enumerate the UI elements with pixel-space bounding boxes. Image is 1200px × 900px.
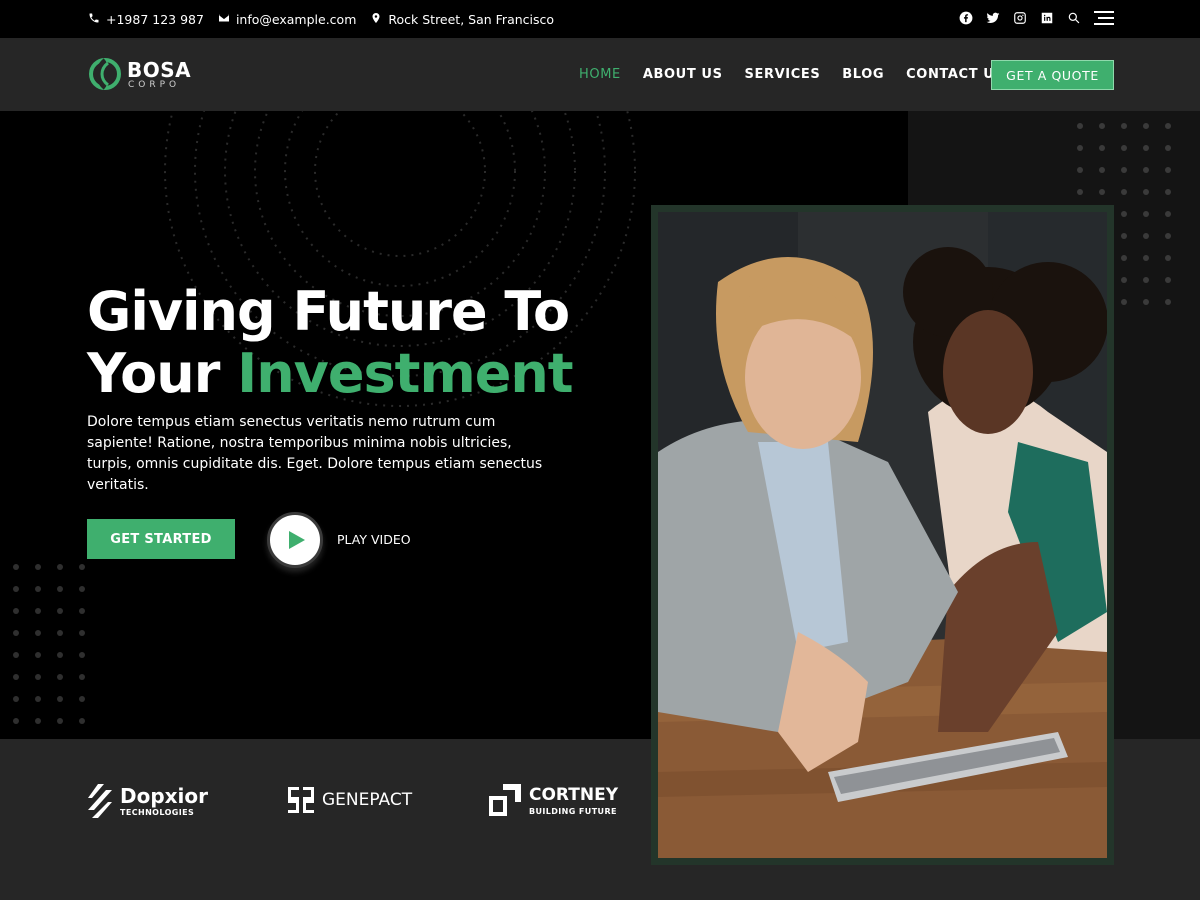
hero-title: Giving Future To Your Investment bbox=[87, 280, 574, 405]
brand-dopxior[interactable]: Dopxior TECHNOLOGIES bbox=[88, 784, 208, 818]
hero-title-line1: Giving Future To bbox=[87, 280, 570, 343]
phone-text: +1987 123 987 bbox=[106, 11, 204, 27]
contact-info: +1987 123 987 info@example.com Rock Stre… bbox=[88, 0, 554, 38]
top-bar: +1987 123 987 info@example.com Rock Stre… bbox=[0, 0, 1200, 38]
dopxior-logo-icon bbox=[88, 784, 112, 818]
brand-cortney-tag: BUILDING FUTURE bbox=[529, 806, 617, 816]
site-header: BOSA CORPO HOME ABOUT US SERVICES BLOG C… bbox=[0, 38, 1200, 111]
instagram-icon[interactable] bbox=[1013, 10, 1027, 29]
twitter-icon[interactable] bbox=[986, 10, 1000, 29]
get-started-button[interactable]: GET STARTED bbox=[87, 519, 235, 559]
main-nav: HOME ABOUT US SERVICES BLOG CONTACT US bbox=[579, 38, 1004, 111]
nav-services[interactable]: SERVICES bbox=[745, 67, 821, 82]
search-icon[interactable] bbox=[1067, 10, 1081, 29]
email-contact[interactable]: info@example.com bbox=[218, 12, 356, 27]
decorative-dots-left bbox=[13, 564, 85, 724]
nav-contact-us[interactable]: CONTACT US bbox=[906, 67, 1004, 82]
linkedin-icon[interactable] bbox=[1040, 10, 1054, 29]
location-pin-icon bbox=[370, 12, 382, 27]
play-icon bbox=[288, 531, 305, 549]
menu-icon[interactable] bbox=[1094, 10, 1114, 29]
cortney-logo-icon bbox=[489, 784, 521, 816]
brand-genepact[interactable]: GENEPACT bbox=[288, 787, 412, 813]
hero-description: Dolore tempus etiam senectus veritatis n… bbox=[87, 414, 543, 493]
site-logo[interactable]: BOSA CORPO bbox=[88, 57, 198, 93]
play-video-label[interactable]: PLAY VIDEO bbox=[337, 532, 411, 547]
logo-tagline: CORPO bbox=[128, 80, 181, 90]
email-text: info@example.com bbox=[235, 11, 357, 27]
address-contact: Rock Street, San Francisco bbox=[370, 12, 554, 27]
play-video-button[interactable] bbox=[267, 512, 323, 568]
hero-photo bbox=[658, 212, 1107, 858]
address-text: Rock Street, San Francisco bbox=[388, 11, 555, 27]
logo-mark-icon bbox=[89, 58, 121, 90]
phone-icon bbox=[88, 12, 100, 27]
phone-contact[interactable]: +1987 123 987 bbox=[88, 12, 204, 27]
social-links bbox=[959, 0, 1114, 38]
hero-title-accent: Investment bbox=[237, 342, 573, 405]
brand-dopxior-tag: TECHNOLOGIES bbox=[120, 807, 195, 817]
brand-dopxior-name: Dopxior bbox=[120, 783, 209, 808]
brand-genepact-name: GENEPACT bbox=[322, 790, 413, 810]
nav-home[interactable]: HOME bbox=[579, 67, 621, 82]
nav-about-us[interactable]: ABOUT US bbox=[643, 67, 723, 82]
genepact-logo-icon bbox=[288, 787, 314, 813]
business-women-illustration bbox=[658, 212, 1107, 858]
brand-cortney[interactable]: CORTNEY BUILDING FUTURE bbox=[489, 784, 618, 816]
hero-title-line2-prefix: Your bbox=[87, 342, 238, 405]
logo-name: BOSA bbox=[127, 58, 192, 82]
get-a-quote-button[interactable]: GET A QUOTE bbox=[991, 60, 1114, 90]
facebook-icon[interactable] bbox=[959, 10, 973, 29]
brand-cortney-name: CORTNEY bbox=[529, 784, 619, 805]
nav-blog[interactable]: BLOG bbox=[842, 67, 884, 82]
mail-icon bbox=[218, 12, 230, 27]
